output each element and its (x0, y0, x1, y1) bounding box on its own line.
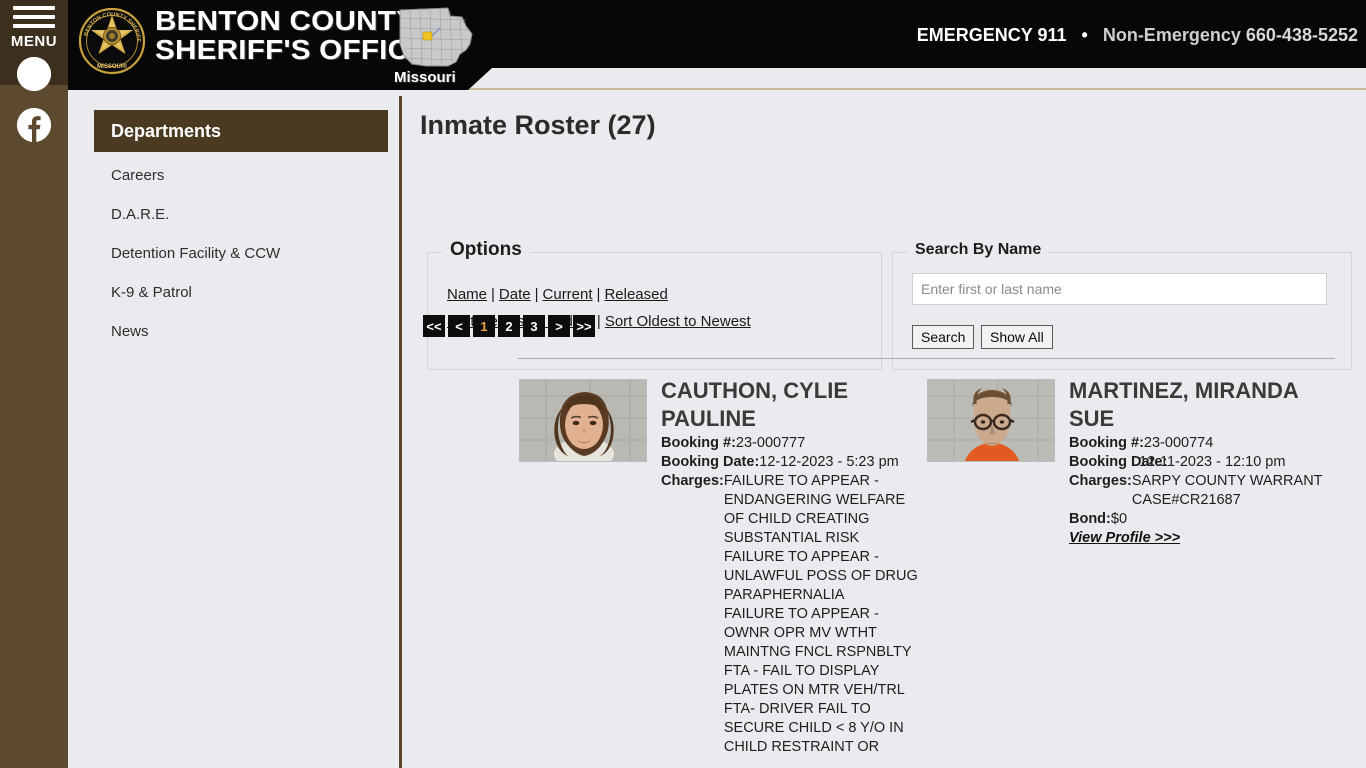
site-title: BENTON COUNTY SHERIFF'S OFFICE (155, 6, 429, 64)
pagination-first[interactable]: << (423, 315, 445, 337)
menu-label: MENU (10, 33, 58, 50)
booking-number-value: 23-000777 (735, 435, 806, 451)
sidebar-item-careers[interactable]: Careers (111, 167, 164, 184)
option-link-date[interactable]: Date (499, 286, 531, 303)
left-rail: MENU (0, 0, 68, 768)
charges-label: Charges: (1069, 473, 1132, 489)
sidebar-departments-label: Departments (111, 120, 222, 141)
pagination-last[interactable]: >> (573, 315, 595, 337)
site-title-line1: BENTON COUNTY (155, 5, 417, 36)
show-all-button[interactable]: Show All (981, 325, 1053, 349)
booking-date-label: Booking Date: (1069, 454, 1168, 470)
svg-text:MISSOURI: MISSOURI (97, 64, 127, 70)
charges-label: Charges: (661, 473, 724, 489)
sheriff-star-badge-icon: MISSOURI BENTON COUNTY SHERIFF'S OFFICE (74, 1, 148, 77)
booking-date-value: 12-11-2023 - 12:10 pm (1139, 454, 1286, 470)
inmate-name: MARTINEZ, MIRANDA SUE (1069, 378, 1298, 431)
inmate-mugshot[interactable] (927, 379, 1055, 462)
options-legend: Options (442, 239, 530, 261)
sidebar-item-k9patrol[interactable]: K-9 & Patrol (111, 284, 192, 301)
booking-number-label: Booking #: (661, 435, 736, 451)
sidebar: Departments Careers D.A.R.E. Detention F… (68, 90, 400, 768)
search-panel: Search By Name Search Show All (892, 241, 1352, 370)
content-divider (518, 358, 1335, 359)
charges-value: FAILURE TO APPEAR - ENDANGERING WELFARE … (723, 473, 918, 755)
non-emergency-number[interactable]: 660-438-5252 (1246, 25, 1358, 45)
inmate-booking-number-row: Booking #: 23-000777 (661, 434, 919, 453)
sidebar-item-detention[interactable]: Detention Facility & CCW (111, 245, 280, 262)
site-title-line2: SHERIFF'S OFFICE (155, 34, 430, 65)
sidebar-item-dare[interactable]: D.A.R.E. (111, 206, 169, 223)
non-emergency-label: Non-Emergency (1102, 25, 1241, 45)
pagination: << < 1 2 3 > >> (423, 315, 595, 337)
emergency-contact-bar: EMERGENCY 911 • Non-Emergency 660-438-52… (917, 25, 1358, 46)
inmate-booking-number-row: Booking #: 23-000774 (1069, 434, 1327, 453)
inmate-details: CAUTHON, CYLIE PAULINE Booking #: 23-000… (661, 377, 919, 757)
option-link-current[interactable]: Current (543, 286, 593, 303)
options-panel: Options Name|Date|Current|Released Sort … (427, 239, 882, 370)
option-link-sort-oldest-newest[interactable]: Sort Oldest to Newest (605, 313, 751, 330)
option-link-released[interactable]: Released (604, 286, 667, 303)
sidebar-item-departments[interactable]: Departments (94, 110, 388, 152)
booking-number-label: Booking #: (1069, 435, 1144, 451)
inmate-booking-date-row: Booking Date: 12-11-2023 - 12:10 pm (1069, 453, 1327, 472)
inmate-details: MARTINEZ, MIRANDA SUE Booking #: 23-0007… (1069, 377, 1327, 547)
sidebar-item-news[interactable]: News (111, 323, 149, 340)
option-link-name[interactable]: Name (447, 286, 487, 303)
page-root: MENU MISSOURI BENTON COUNTY SHERIFF BENT… (0, 0, 1366, 768)
bond-value: $0 (1110, 511, 1128, 527)
options-row-filters: Name | Date | Current | Released (447, 286, 668, 303)
pagination-page-3[interactable]: 3 (523, 315, 545, 337)
hamburger-icon (13, 6, 55, 28)
search-legend: Search By Name (907, 241, 1050, 259)
search-input[interactable] (912, 273, 1327, 305)
inmate-name: CAUTHON, CYLIE PAULINE (661, 378, 848, 431)
missouri-map-icon (392, 4, 484, 70)
menu-button[interactable]: MENU (0, 6, 68, 50)
inmate-charges-row: Charges: FAILURE TO APPEAR - ENDANGERING… (661, 472, 919, 757)
inmate-mugshot[interactable] (519, 379, 647, 462)
booking-date-value: 12-12-2023 - 5:23 pm (759, 454, 899, 470)
bond-label: Bond: (1069, 511, 1111, 527)
missouri-label: Missouri (394, 69, 456, 86)
booking-date-label: Booking Date: (661, 454, 760, 470)
emergency-label: EMERGENCY 911 (916, 25, 1067, 45)
inmate-bond-row: Bond: $0 (1069, 510, 1327, 529)
facebook-icon[interactable] (17, 108, 51, 142)
inmate-booking-date-row: Booking Date: 12-12-2023 - 5:23 pm (661, 453, 919, 472)
search-button[interactable]: Search (912, 325, 975, 349)
pagination-page-2[interactable]: 2 (498, 315, 520, 337)
emergency-separator: • (1081, 25, 1088, 45)
charges-value: SARPY COUNTY WARRANT CASE#CR21687 (1131, 473, 1323, 508)
pagination-next[interactable]: > (548, 315, 570, 337)
main-content: Inmate Roster (27) Options Name | Date | Cur… (402, 90, 1366, 768)
pagination-prev[interactable]: < (448, 315, 470, 337)
booking-number-value: 23-000774 (1143, 435, 1214, 451)
pagination-page-1[interactable]: 1 (473, 315, 495, 337)
inmate-charges-row: Charges: SARPY COUNTY WARRANT CASE#CR216… (1069, 472, 1327, 510)
accessibility-icon[interactable] (17, 57, 51, 91)
page-title: Inmate Roster (27) (420, 110, 656, 140)
view-profile-link[interactable]: View Profile >>> (1069, 530, 1180, 546)
